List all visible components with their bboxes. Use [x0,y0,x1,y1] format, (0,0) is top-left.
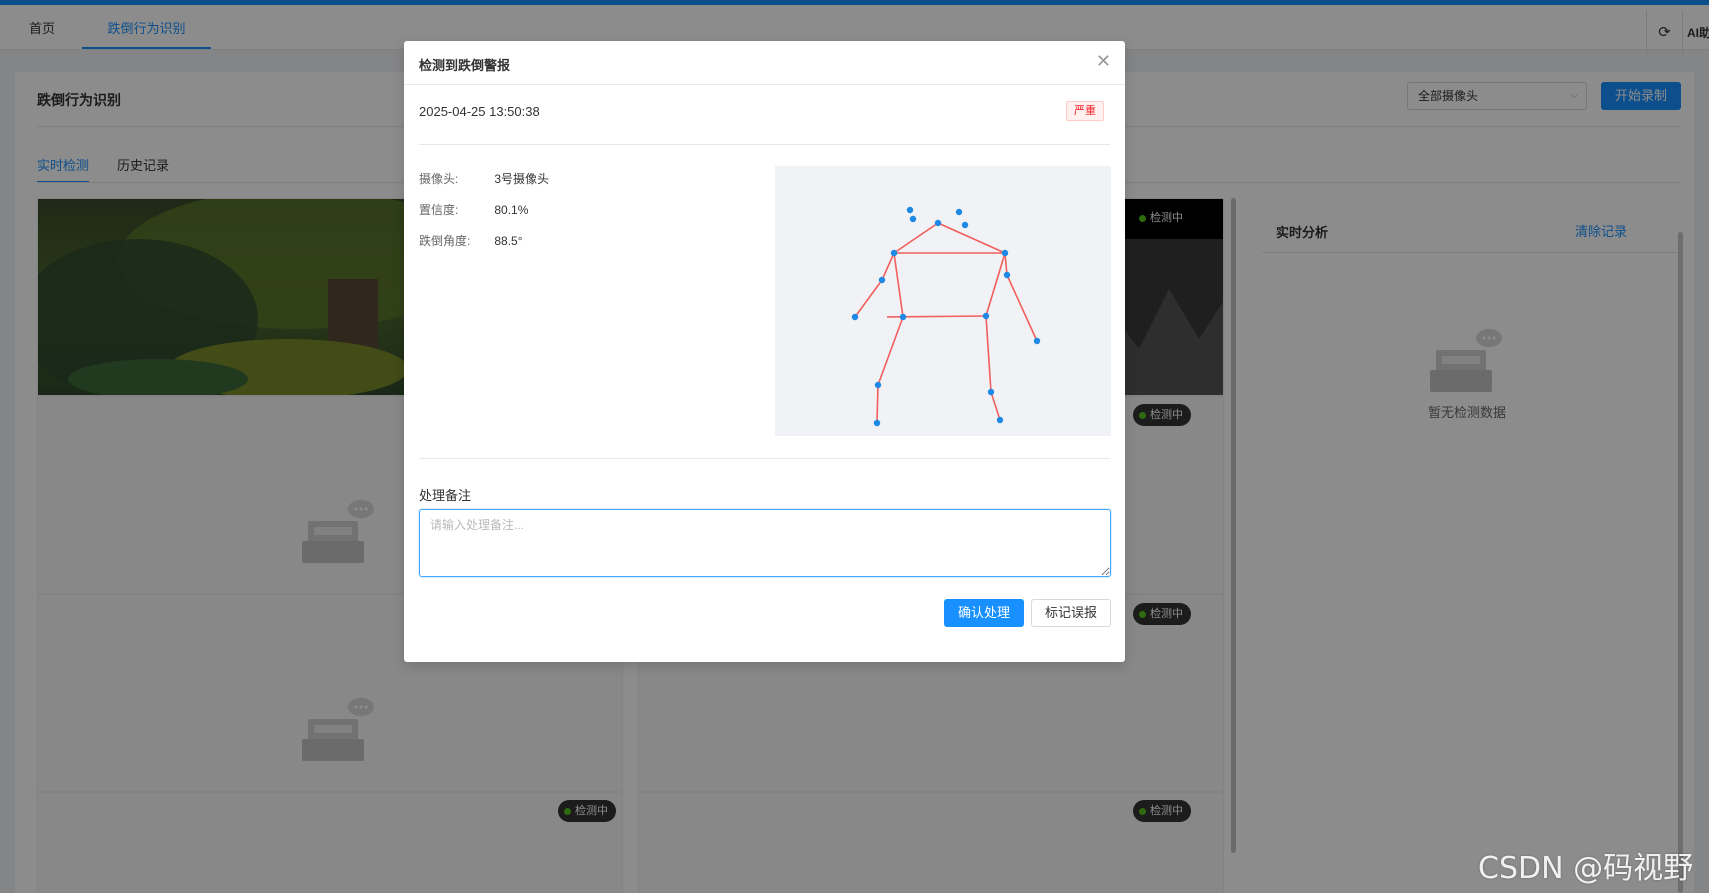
pose-skeleton-graphic [851,206,1041,427]
dialog-title: 检测到跌倒警报 [419,58,511,73]
confidence-value: 80.1% [494,203,529,217]
severity-badge: 严重 [1066,101,1104,121]
csdn-watermark: CSDN @码视野 [1478,851,1694,886]
remark-textarea[interactable] [419,509,1111,577]
info-fall-angle: 跌倒角度: 88.5° [419,232,523,249]
fall-angle-value: 88.5° [494,234,523,248]
dialog-divider [419,144,1110,145]
fall-angle-label: 跌倒角度: [419,234,471,248]
mark-false-alarm-button[interactable]: 标记误报 [1031,599,1111,627]
pose-skeleton-view [775,166,1111,436]
dialog-divider [419,458,1110,459]
alert-timestamp: 2025-04-25 13:50:38 [419,104,540,119]
dialog-header: 检测到跌倒警报 ✕ [404,41,1125,85]
remark-label: 处理备注 [419,488,472,503]
camera-label: 摄像头: [419,172,459,186]
confidence-label: 置信度: [419,203,459,217]
confirm-handle-button[interactable]: 确认处理 [944,599,1024,627]
close-icon[interactable]: ✕ [1096,51,1111,71]
info-confidence: 置信度: 80.1% [419,201,528,218]
fall-alert-dialog: 检测到跌倒警报 ✕ 2025-04-25 13:50:38 严重 摄像头: 3号… [404,41,1125,662]
info-camera: 摄像头: 3号摄像头 [419,170,549,187]
camera-value: 3号摄像头 [494,172,550,186]
